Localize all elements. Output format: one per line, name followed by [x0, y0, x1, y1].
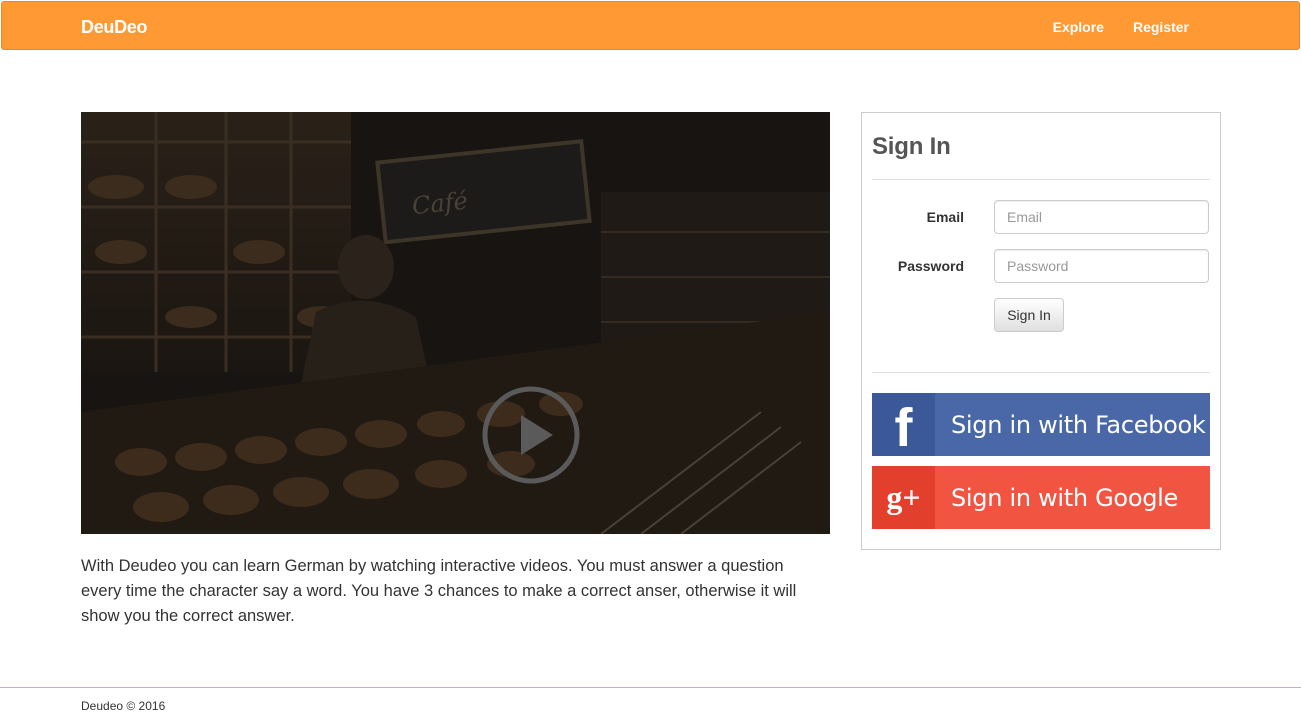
- signin-button[interactable]: Sign In: [994, 298, 1064, 332]
- intro-video-player[interactable]: Café: [81, 112, 830, 534]
- footer-copyright: Deudeo © 2016: [81, 699, 166, 713]
- nav-link-register[interactable]: Register: [1133, 19, 1189, 35]
- video-thumbnail: Café: [81, 112, 830, 534]
- signin-panel: Sign In Email Password Sign In f Sign in…: [861, 112, 1221, 550]
- facebook-signin-label: Sign in with Facebook: [951, 410, 1206, 439]
- intro-description: With Deudeo you can learn German by watc…: [81, 557, 797, 625]
- brand-logo-link[interactable]: DeuDeo: [81, 17, 148, 38]
- google-signin-button[interactable]: g+ Sign in with Google: [872, 466, 1210, 529]
- heading-divider: [872, 179, 1210, 180]
- nav-links: Explore Register: [1053, 19, 1189, 35]
- password-label: Password: [897, 258, 964, 274]
- play-circle-icon[interactable]: [481, 385, 581, 485]
- email-field[interactable]: [994, 200, 1209, 234]
- facebook-signin-button[interactable]: f Sign in with Facebook: [872, 393, 1210, 458]
- google-plus-icon: g+: [872, 466, 935, 529]
- top-navbar: DeuDeo Explore Register: [1, 1, 1300, 50]
- email-label: Email: [926, 209, 964, 225]
- password-field[interactable]: [994, 249, 1209, 283]
- social-divider: [872, 372, 1210, 373]
- nav-link-explore[interactable]: Explore: [1053, 19, 1104, 35]
- google-signin-label: Sign in with Google: [951, 483, 1178, 512]
- footer-divider: [0, 687, 1301, 688]
- svg-text:Café: Café: [411, 187, 469, 221]
- signin-heading: Sign In: [872, 133, 951, 160]
- facebook-icon: f: [872, 393, 935, 458]
